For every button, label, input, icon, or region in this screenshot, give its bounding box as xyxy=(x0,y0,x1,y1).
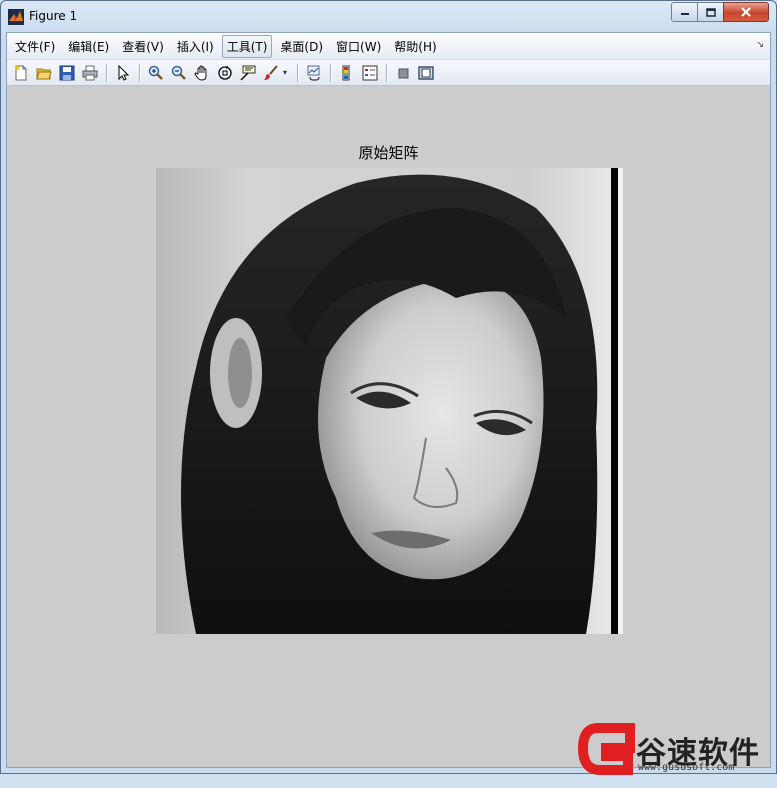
data-cursor-button[interactable] xyxy=(237,62,259,84)
brand-logo-icon xyxy=(578,723,635,775)
open-file-icon xyxy=(36,68,52,79)
menu-insert[interactable]: 插入(I) xyxy=(172,35,219,58)
zoom-out-icon xyxy=(171,65,186,80)
title-bar[interactable]: Figure 1 xyxy=(1,1,776,31)
grayscale-portrait-image[interactable] xyxy=(156,168,623,634)
toolbar-separator xyxy=(297,63,299,82)
toolbar-separator xyxy=(330,63,332,82)
rotate-3d-icon xyxy=(218,65,232,80)
show-plot-tools-icon xyxy=(418,65,434,80)
dock-arrow-icon[interactable]: ↘ xyxy=(756,40,764,50)
menu-bar: 文件(F) 编辑(E) 查看(V) 插入(I) 工具(T) 桌面(D) 窗口(W… xyxy=(7,33,770,60)
print-icon xyxy=(82,65,98,80)
figure-toolbar: ▾ xyxy=(7,60,770,86)
window-title: Figure 1 xyxy=(29,9,78,23)
matlab-icon xyxy=(8,9,24,25)
colorbar-icon xyxy=(342,65,350,80)
axes-title: 原始矩阵 xyxy=(358,144,419,162)
menu-help[interactable]: 帮助(H) xyxy=(389,35,441,58)
open-file-button[interactable] xyxy=(33,62,55,84)
toolbar-separator xyxy=(106,63,108,82)
hide-plot-tools-icon xyxy=(398,68,409,78)
save-icon xyxy=(59,65,75,80)
brush-icon xyxy=(264,64,278,80)
menu-window[interactable]: 窗口(W) xyxy=(331,35,386,58)
watermark-logo: 谷速软件 www.gususoft.com xyxy=(578,690,777,775)
maximize-icon xyxy=(705,7,716,17)
show-plot-tools-button[interactable] xyxy=(415,62,437,84)
edit-plot-button[interactable] xyxy=(112,62,134,84)
watermark-url: www.gususoft.com xyxy=(638,762,735,773)
zoom-in-button[interactable] xyxy=(145,62,167,84)
link-plot-button[interactable] xyxy=(303,62,325,84)
toolbar-separator xyxy=(139,63,141,82)
figure-client-area: 文件(F) 编辑(E) 查看(V) 插入(I) 工具(T) 桌面(D) 窗口(W… xyxy=(6,32,771,768)
edit-plot-arrow-icon xyxy=(118,64,130,81)
menu-tools[interactable]: 工具(T) xyxy=(221,34,273,58)
figure-window: Figure 1 文件(F) 编辑(E) 查看(V) 插入(I) 工具(T) 桌… xyxy=(0,0,777,775)
rotate-3d-button[interactable] xyxy=(214,62,236,84)
zoom-out-button[interactable] xyxy=(168,62,190,84)
data-cursor-icon xyxy=(240,65,256,80)
toolbar-separator xyxy=(386,63,388,82)
close-icon xyxy=(741,7,751,17)
maximize-button[interactable] xyxy=(697,2,724,22)
new-figure-button[interactable] xyxy=(10,62,32,84)
menu-view[interactable]: 查看(V) xyxy=(117,35,169,58)
link-plot-icon xyxy=(307,65,320,81)
menu-file[interactable]: 文件(F) xyxy=(10,35,60,58)
figure-canvas[interactable]: 原始矩阵 xyxy=(7,87,770,767)
minimize-icon xyxy=(680,13,689,15)
save-button[interactable] xyxy=(56,62,78,84)
hide-plot-tools-button[interactable] xyxy=(392,62,414,84)
brush-button[interactable] xyxy=(260,62,282,84)
pan-hand-icon xyxy=(194,65,207,80)
menu-edit[interactable]: 编辑(E) xyxy=(63,35,114,58)
pan-button[interactable] xyxy=(191,62,213,84)
portrait-image xyxy=(156,168,623,634)
minimize-button[interactable] xyxy=(671,2,698,22)
menu-desktop[interactable]: 桌面(D) xyxy=(275,35,328,58)
close-button[interactable] xyxy=(723,2,769,22)
print-button[interactable] xyxy=(79,62,101,84)
brush-dropdown-icon[interactable]: ▾ xyxy=(283,68,291,77)
insert-legend-button[interactable] xyxy=(359,62,381,84)
insert-colorbar-button[interactable] xyxy=(336,62,358,84)
legend-icon xyxy=(362,65,378,80)
new-figure-icon xyxy=(15,65,27,80)
zoom-in-icon xyxy=(148,65,163,80)
